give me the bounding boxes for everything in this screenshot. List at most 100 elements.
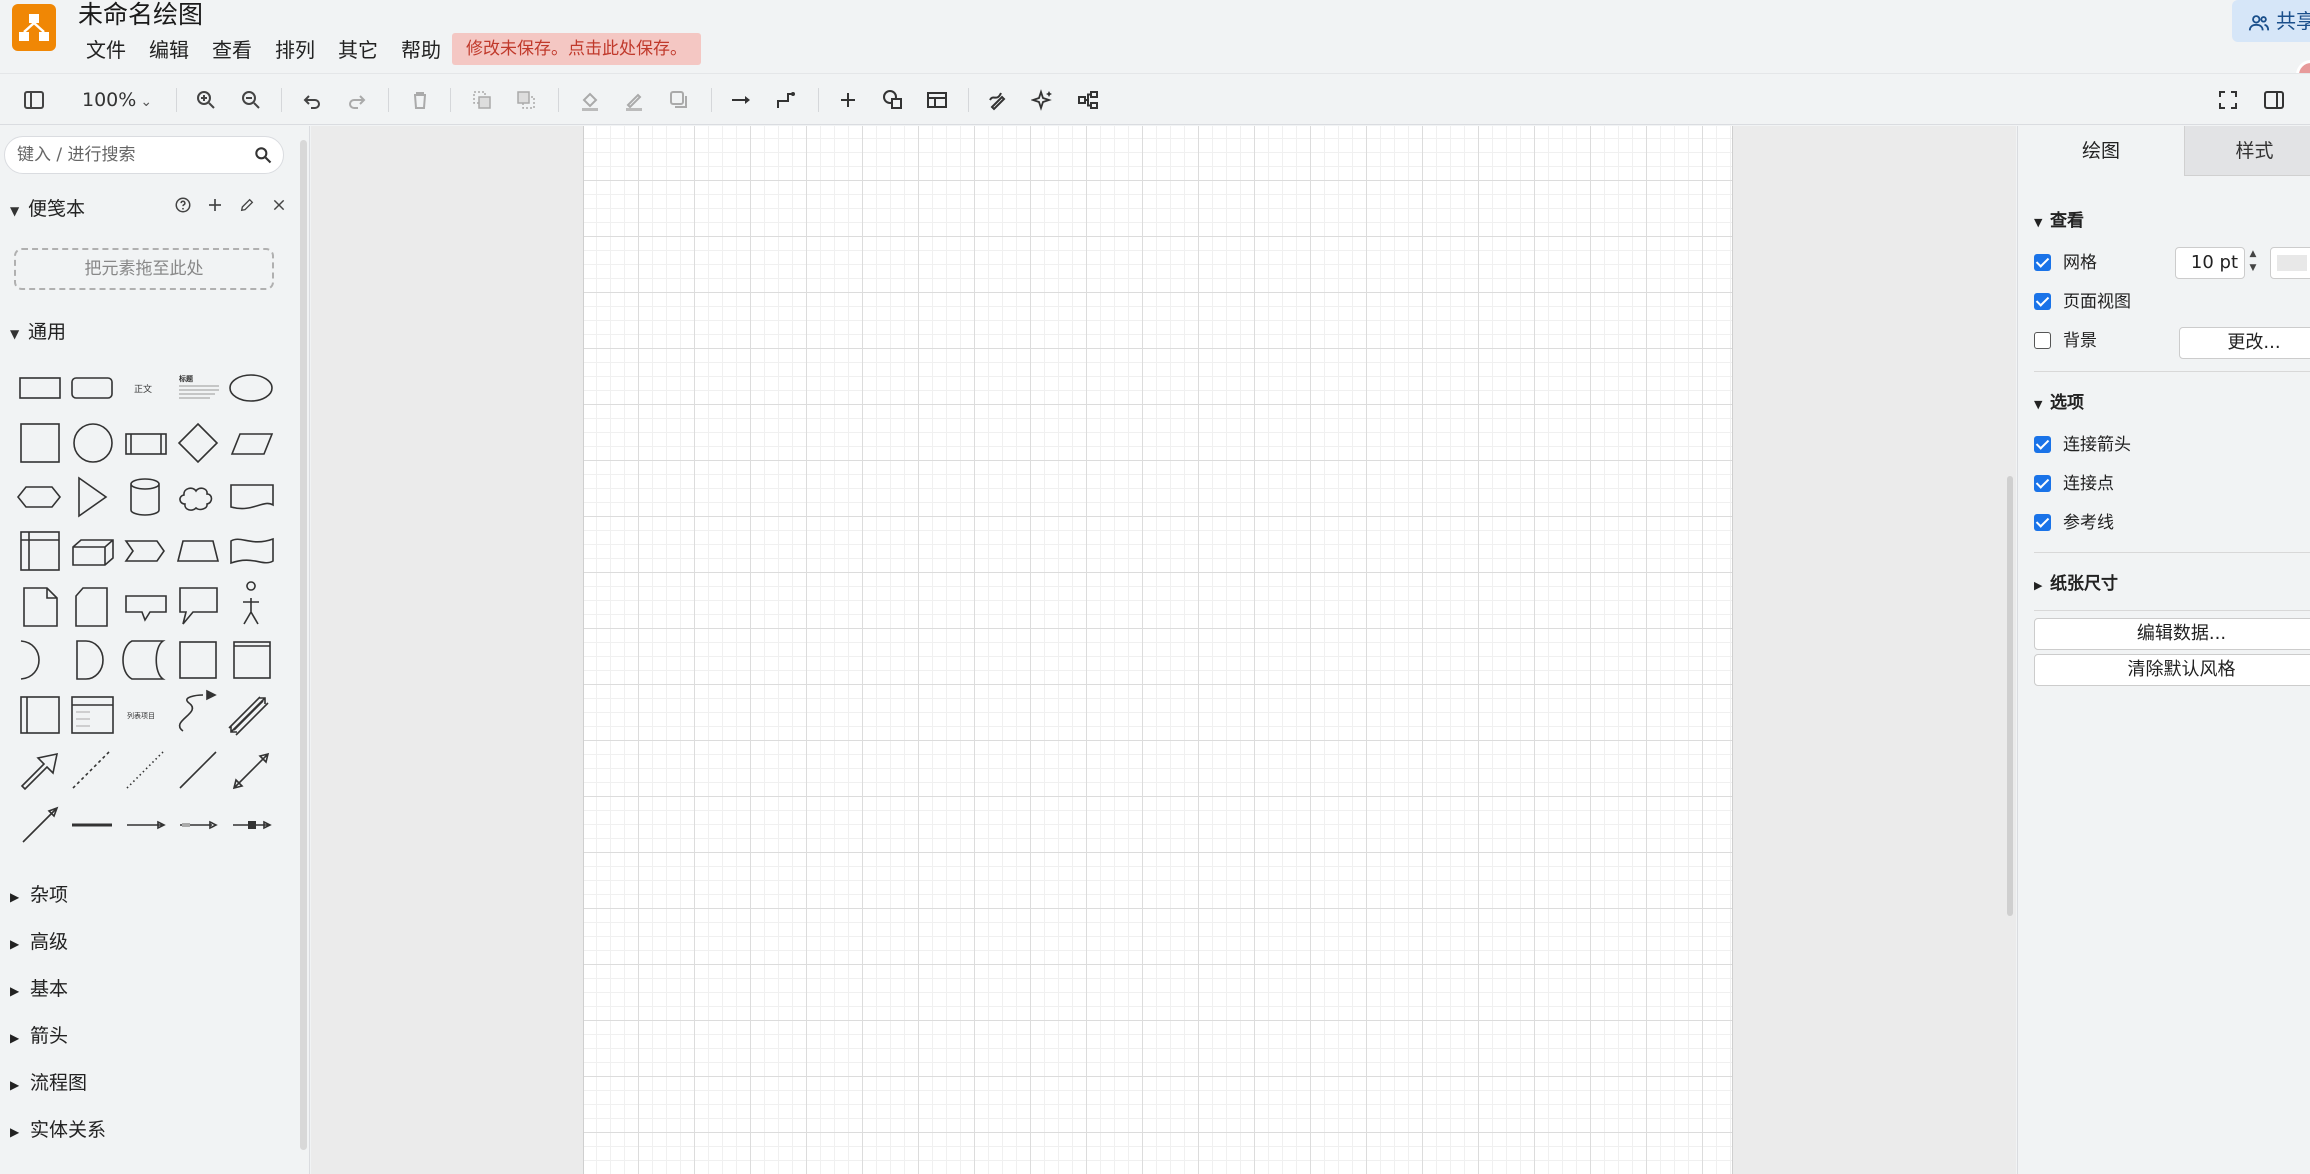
redo-icon[interactable] xyxy=(340,83,374,117)
connection-arrows-checkbox[interactable] xyxy=(2034,436,2051,453)
fullscreen-icon[interactable] xyxy=(2211,83,2245,117)
shape-list[interactable] xyxy=(71,696,114,734)
delete-icon[interactable] xyxy=(403,83,437,117)
edit-data-button[interactable]: 编辑数据... xyxy=(2034,618,2310,650)
tab-style[interactable]: 样式 xyxy=(2184,126,2310,176)
background-checkbox[interactable] xyxy=(2034,332,2051,349)
shape-rectangle[interactable] xyxy=(19,377,61,399)
shape-cube[interactable] xyxy=(72,539,114,566)
sidebar-scrollbar[interactable] xyxy=(300,140,307,1150)
shape-or[interactable] xyxy=(20,640,40,680)
layout-icon[interactable] xyxy=(1071,83,1105,117)
shape-cylinder[interactable] xyxy=(130,478,160,516)
zoom-in-icon[interactable] xyxy=(189,83,223,117)
grid-color-button[interactable] xyxy=(2270,247,2310,279)
guides-checkbox[interactable] xyxy=(2034,514,2051,531)
section-entity-relation[interactable]: ▶ 实体关系 xyxy=(10,1115,106,1142)
shape-double-arrow-thick[interactable] xyxy=(228,696,269,736)
shape-process[interactable] xyxy=(125,433,167,455)
section-arrows[interactable]: ▶ 箭头 xyxy=(10,1021,68,1048)
menu-edit[interactable]: 编辑 xyxy=(149,36,189,66)
paper-size-section-header[interactable]: ▶ 纸张尺寸 xyxy=(2034,569,2118,594)
tab-diagram[interactable]: 绘图 xyxy=(2018,126,2184,176)
shape-parallelogram[interactable] xyxy=(230,433,274,455)
shape-card[interactable] xyxy=(75,587,108,627)
zoom-dropdown[interactable]: 100% ⌄ xyxy=(82,83,152,117)
shadow-icon[interactable] xyxy=(662,83,696,117)
connection-points-checkbox[interactable] xyxy=(2034,475,2051,492)
shape-line[interactable] xyxy=(179,751,217,789)
section-misc[interactable]: ▶ 杂项 xyxy=(10,880,68,907)
freehand-icon[interactable] xyxy=(982,83,1016,117)
page-view-checkbox[interactable] xyxy=(2034,293,2051,310)
shape-square[interactable] xyxy=(20,423,60,463)
shape-speech-bubble[interactable] xyxy=(179,587,218,625)
view-section-header[interactable]: ▼ 查看 xyxy=(2034,206,2084,231)
grid-size-input[interactable]: 10 pt xyxy=(2175,247,2245,279)
waypoints-icon[interactable] xyxy=(769,83,803,117)
shape-directional-connector[interactable] xyxy=(22,806,59,843)
shape-diamond[interactable] xyxy=(177,422,219,464)
shape-arrow-thick[interactable] xyxy=(20,752,59,791)
diagram-title[interactable]: 未命名绘图 xyxy=(78,0,203,30)
shape-step[interactable] xyxy=(124,540,165,562)
shape-dotted-line[interactable] xyxy=(126,751,164,789)
to-front-icon[interactable] xyxy=(465,83,499,117)
shape-connector-arrow[interactable] xyxy=(127,820,166,830)
insert-icon[interactable] xyxy=(831,83,865,117)
zoom-out-icon[interactable] xyxy=(234,83,268,117)
shape-document[interactable] xyxy=(230,484,274,510)
sidebar-toggle-icon[interactable] xyxy=(17,83,51,117)
diagram-page[interactable] xyxy=(583,126,1733,1174)
menu-arrange[interactable]: 排列 xyxy=(275,36,315,66)
shapes-icon[interactable] xyxy=(876,83,910,117)
section-flowchart-label: 流程图 xyxy=(30,1072,88,1094)
menu-help[interactable]: 帮助 xyxy=(401,36,441,66)
shape-bidirectional-arrow[interactable] xyxy=(232,752,270,790)
shape-frame[interactable] xyxy=(233,641,271,679)
shape-rounded-rectangle[interactable] xyxy=(71,377,113,399)
shape-callout[interactable] xyxy=(125,595,167,622)
shape-note[interactable] xyxy=(23,587,58,627)
canvas-area[interactable] xyxy=(311,126,2016,1174)
triangle-right-icon: ▶ xyxy=(2034,579,2043,592)
section-advanced[interactable]: ▶ 高级 xyxy=(10,927,68,954)
grid-checkbox[interactable] xyxy=(2034,254,2051,271)
clear-default-style-button[interactable]: 清除默认风格 xyxy=(2034,654,2310,686)
shape-hexagon[interactable] xyxy=(16,486,62,508)
drawio-logo-icon[interactable] xyxy=(12,4,56,51)
shape-curve[interactable] xyxy=(178,694,204,732)
shape-ellipse[interactable] xyxy=(229,374,273,402)
options-section-header[interactable]: ▼ 选项 xyxy=(2034,388,2084,413)
magic-icon[interactable] xyxy=(1026,83,1060,117)
menu-view[interactable]: 查看 xyxy=(212,36,252,66)
shape-triangle[interactable] xyxy=(78,476,108,518)
menu-file[interactable]: 文件 xyxy=(86,36,126,66)
grid-size-stepper[interactable]: ▲ ▼ xyxy=(2245,247,2261,279)
shape-dashed-line[interactable] xyxy=(72,751,110,789)
shape-internal-storage[interactable] xyxy=(20,531,60,571)
format-panel-icon[interactable] xyxy=(2257,83,2291,117)
shape-cloud[interactable] xyxy=(179,487,213,511)
shape-circle[interactable] xyxy=(73,423,113,463)
canvas-scrollbar[interactable] xyxy=(2007,476,2013,916)
guides-row: 参考线 xyxy=(2034,511,2114,535)
change-background-button[interactable]: 更改... xyxy=(2179,327,2310,359)
shape-actor[interactable] xyxy=(243,581,259,625)
shape-trapezoid[interactable] xyxy=(176,540,220,562)
shape-container[interactable] xyxy=(179,641,217,679)
unsaved-changes-notice[interactable]: 修改未保存。点击此处保存。 xyxy=(452,33,701,65)
shape-and[interactable] xyxy=(76,640,104,680)
shape-data-storage[interactable] xyxy=(122,640,166,680)
fill-color-icon[interactable] xyxy=(573,83,607,117)
table-icon[interactable] xyxy=(920,83,954,117)
shape-tape[interactable] xyxy=(230,537,274,565)
menu-extras[interactable]: 其它 xyxy=(338,36,378,66)
connection-icon[interactable] xyxy=(724,83,758,117)
section-basic[interactable]: ▶ 基本 xyxy=(10,974,68,1001)
share-button[interactable]: 共享 xyxy=(2232,0,2310,42)
section-flowchart[interactable]: ▶ 流程图 xyxy=(10,1068,87,1095)
line-color-icon[interactable] xyxy=(617,83,651,117)
to-back-icon[interactable] xyxy=(509,83,543,117)
undo-icon[interactable] xyxy=(295,83,329,117)
